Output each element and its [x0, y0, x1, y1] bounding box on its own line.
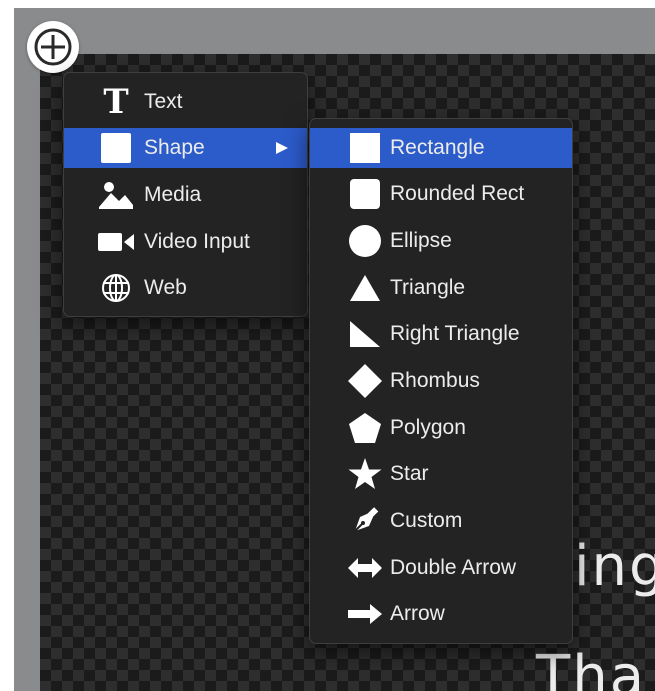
menu-item-video-input[interactable]: Video Input — [64, 222, 307, 262]
video-camera-icon — [96, 222, 136, 262]
ellipse-icon — [345, 221, 385, 261]
rounded-rect-icon — [345, 174, 385, 214]
shape-item-label: Star — [390, 462, 429, 485]
shape-submenu: Rectangle Rounded Rect Ellipse Triangle … — [309, 118, 573, 644]
shape-item-star[interactable]: Star — [310, 454, 572, 494]
rectangle-icon — [345, 128, 385, 168]
shape-item-right-triangle[interactable]: Right Triangle — [310, 314, 572, 354]
polygon-icon — [345, 408, 385, 448]
insert-menu: T Text Shape Media Video Input Web — [63, 72, 308, 317]
menu-item-label: Web — [144, 276, 187, 299]
shape-item-rectangle[interactable]: Rectangle — [310, 128, 572, 168]
shape-item-label: Custom — [390, 509, 463, 532]
right-triangle-icon — [345, 314, 385, 354]
canvas-text-line-2[interactable]: Tha — [536, 644, 646, 691]
menu-item-label: Media — [144, 183, 202, 206]
shape-item-rhombus[interactable]: Rhombus — [310, 361, 572, 401]
add-button[interactable] — [27, 21, 79, 73]
menu-item-shape[interactable]: Shape — [64, 128, 307, 168]
menu-item-label: Shape — [144, 136, 205, 159]
triangle-icon — [345, 268, 385, 308]
globe-icon — [96, 268, 136, 308]
pen-icon — [345, 501, 385, 541]
menu-item-label: Video Input — [144, 230, 250, 253]
shape-item-label: Arrow — [390, 602, 445, 625]
shape-item-custom[interactable]: Custom — [310, 501, 572, 541]
menu-item-text[interactable]: T Text — [64, 82, 307, 122]
shape-item-label: Rounded Rect — [390, 182, 525, 205]
shape-item-label: Rectangle — [390, 136, 485, 159]
double-arrow-icon — [345, 548, 385, 588]
shape-item-label: Right Triangle — [390, 322, 520, 345]
shape-item-label: Rhombus — [390, 369, 480, 392]
shape-item-label: Ellipse — [390, 229, 452, 252]
square-icon — [96, 128, 136, 168]
submenu-arrow-icon — [275, 128, 289, 168]
rhombus-icon — [345, 361, 385, 401]
shape-item-rounded-rect[interactable]: Rounded Rect — [310, 174, 572, 214]
menu-item-web[interactable]: Web — [64, 268, 307, 308]
shape-item-polygon[interactable]: Polygon — [310, 408, 572, 448]
shape-item-double-arrow[interactable]: Double Arrow — [310, 548, 572, 588]
shape-item-label: Triangle — [390, 276, 466, 299]
plus-icon — [34, 28, 72, 66]
shape-item-ellipse[interactable]: Ellipse — [310, 221, 572, 261]
star-icon — [345, 454, 385, 494]
arrow-icon — [345, 594, 385, 634]
menu-item-label: Text — [144, 90, 183, 113]
text-icon: T — [103, 82, 129, 122]
shape-item-arrow[interactable]: Arrow — [310, 594, 572, 634]
shape-item-triangle[interactable]: Triangle — [310, 268, 572, 308]
menu-item-media[interactable]: Media — [64, 175, 307, 215]
shape-item-label: Polygon — [390, 416, 466, 439]
image-icon — [96, 175, 136, 215]
shape-item-label: Double Arrow — [390, 556, 517, 579]
canvas-text-line-1[interactable]: ing — [574, 534, 655, 599]
